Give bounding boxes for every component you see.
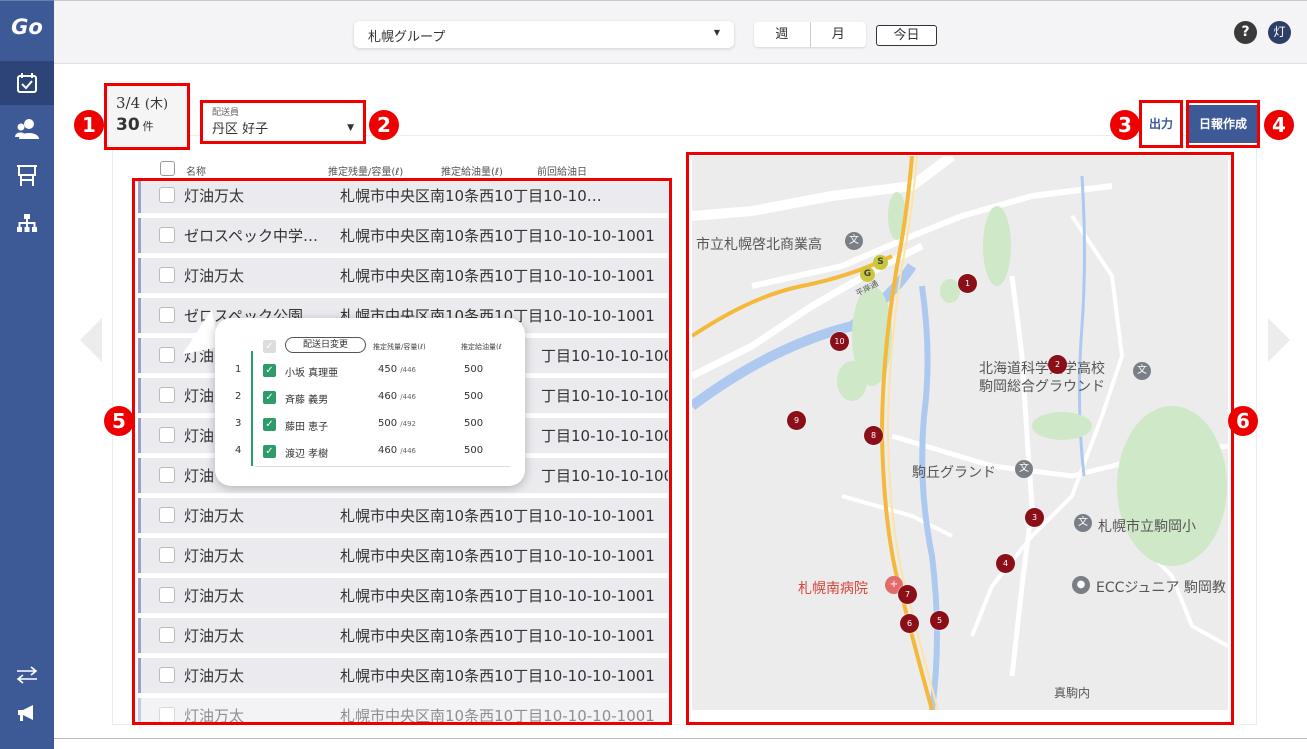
app-root: Go 札幌グループ ▼ 週 月 今日 ? 灯 3/4 (木) 30 件 配送員 … xyxy=(0,0,1307,749)
calendar-check-icon[interactable] xyxy=(0,61,54,105)
annotation-box-daily-report xyxy=(1186,100,1260,148)
dropdown-arrow-icon: ▼ xyxy=(713,28,720,37)
sidebar: Go xyxy=(0,0,54,749)
group-select-value: 札幌グループ xyxy=(368,30,446,45)
group-select[interactable]: 札幌グループ ▼ xyxy=(354,21,734,48)
annotation-box-list xyxy=(132,178,672,725)
signboard-icon[interactable] xyxy=(0,153,54,197)
select-all-checkbox[interactable] xyxy=(160,161,175,176)
next-day-arrow-icon[interactable] xyxy=(1268,318,1290,362)
column-header-last-date[interactable]: 前回給油日 xyxy=(537,163,587,178)
annotation-badge-6: 6 xyxy=(1228,406,1258,436)
column-header-name[interactable]: 名称 xyxy=(186,163,206,178)
annotation-badge-2: 2 xyxy=(369,110,399,140)
column-header-supply[interactable]: 推定給油量(ℓ) xyxy=(441,163,503,178)
month-view-button[interactable]: 月 xyxy=(809,22,867,47)
users-icon[interactable] xyxy=(0,107,54,151)
annotation-badge-4: 4 xyxy=(1264,110,1294,140)
user-avatar[interactable]: 灯 xyxy=(1268,21,1291,44)
annotation-box-map xyxy=(686,152,1234,725)
annotation-box-output xyxy=(1139,100,1183,148)
help-icon[interactable]: ? xyxy=(1234,21,1257,44)
column-header-remaining[interactable]: 推定残量/容量(ℓ) xyxy=(328,163,403,178)
bottom-divider xyxy=(54,738,1307,739)
annotation-box-driver xyxy=(200,100,366,144)
annotation-badge-3: 3 xyxy=(1110,110,1140,140)
annotation-box-date xyxy=(104,83,190,150)
annotation-badge-5: 5 xyxy=(104,406,134,436)
annotation-badge-1: 1 xyxy=(74,110,104,140)
prev-day-arrow-icon[interactable] xyxy=(80,318,102,362)
top-bar: 札幌グループ ▼ 週 月 今日 ? 灯 xyxy=(54,0,1307,64)
today-button[interactable]: 今日 xyxy=(876,25,937,46)
week-view-button[interactable]: 週 xyxy=(754,22,810,47)
app-logo: Go xyxy=(11,15,43,39)
view-toggle: 週 月 xyxy=(754,22,866,47)
megaphone-icon[interactable] xyxy=(0,691,54,735)
org-chart-icon[interactable] xyxy=(0,201,54,245)
